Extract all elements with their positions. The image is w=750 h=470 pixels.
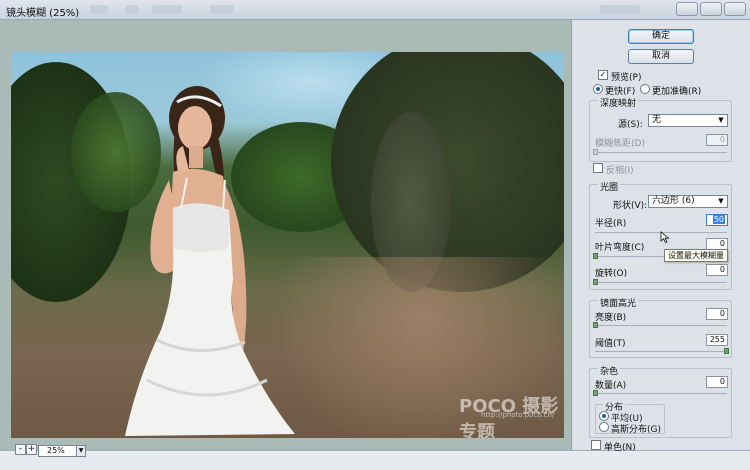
watermark-url: http://photo.poco.cn/: [481, 411, 555, 419]
noise-title: 杂色: [598, 364, 621, 377]
status-bar: [0, 450, 750, 470]
blur-focal-input[interactable]: 0: [706, 134, 728, 146]
zoom-dropdown-arrow[interactable]: ▼: [76, 445, 86, 457]
invert-checkbox[interactable]: [593, 163, 603, 173]
background-toolbar-ghost: [210, 5, 234, 14]
close-button[interactable]: [724, 2, 746, 16]
preview-image[interactable]: POCO 摄影专题 http://photo.poco.cn/: [11, 52, 564, 438]
brightness-slider-track[interactable]: [595, 325, 727, 326]
monochromatic-checkbox[interactable]: [591, 440, 601, 450]
rotation-input[interactable]: 0: [706, 264, 728, 276]
rotation-label: 旋转(O): [595, 269, 628, 279]
radius-tooltip: 设置最大模糊量: [664, 249, 728, 262]
source-select[interactable]: 无 ▼: [648, 114, 728, 127]
chevron-down-icon: ▼: [718, 116, 724, 124]
blade-curvature-slider-thumb[interactable]: [593, 253, 598, 259]
shape-select[interactable]: 六边形 (6) ▼: [648, 195, 728, 208]
title-bar: 镜头模糊 (25%): [0, 0, 750, 20]
ok-button[interactable]: 确定: [628, 29, 694, 44]
brightness-input[interactable]: 0: [706, 308, 728, 320]
rotation-slider-track[interactable]: [595, 282, 727, 283]
maximize-button[interactable]: [700, 2, 722, 16]
blur-focal-slider-thumb[interactable]: [593, 149, 598, 155]
uniform-radio[interactable]: [599, 411, 609, 421]
shape-value: 六边形 (6): [652, 196, 695, 206]
blur-focal-slider-track[interactable]: [595, 152, 727, 153]
gaussian-radio[interactable]: [599, 422, 609, 432]
threshold-slider-track[interactable]: [595, 351, 727, 352]
amount-slider-track[interactable]: [595, 393, 727, 394]
threshold-label: 阈值(T): [595, 339, 626, 349]
chevron-down-icon: ▼: [718, 197, 724, 205]
blade-curvature-label: 叶片弯度(C): [595, 243, 645, 253]
more-accurate-label: 更加准确(R): [652, 87, 702, 97]
window-title: 镜头模糊 (25%): [6, 8, 80, 19]
gaussian-label: 高斯分布(G): [611, 425, 661, 435]
preview-checkbox[interactable]: ✓: [598, 70, 608, 80]
shape-label: 形状(V):: [613, 201, 648, 211]
source-value: 无: [652, 115, 662, 125]
rotation-slider-thumb[interactable]: [593, 279, 598, 285]
iris-title: 光圈: [598, 180, 621, 193]
background-toolbar-ghost: [125, 5, 139, 14]
subject-figure: [125, 86, 295, 436]
threshold-slider-thumb[interactable]: [724, 348, 729, 354]
radius-label: 半径(R): [595, 219, 627, 229]
radius-value: 50: [712, 215, 725, 224]
depth-map-title: 深度映射: [598, 96, 639, 109]
threshold-input[interactable]: 255: [706, 334, 728, 346]
amount-label: 数量(A): [595, 381, 627, 391]
amount-slider-thumb[interactable]: [593, 390, 598, 396]
background-toolbar-ghost: [152, 5, 182, 14]
background-toolbar-ghost: [600, 5, 640, 14]
monochromatic-label: 单色(N): [604, 443, 636, 453]
background-toolbar-ghost: [90, 5, 108, 14]
brightness-slider-thumb[interactable]: [593, 322, 598, 328]
radius-input[interactable]: 50: [706, 214, 728, 226]
preview-stage[interactable]: POCO 摄影专题 http://photo.poco.cn/: [0, 20, 572, 450]
source-label: 源(S):: [618, 120, 643, 130]
preview-label: 预览(P): [611, 73, 642, 83]
brightness-label: 亮度(B): [595, 313, 627, 323]
faster-radio[interactable]: [593, 84, 603, 94]
window-controls: [676, 2, 746, 16]
blur-focal-label: 模糊焦距(D): [595, 139, 645, 149]
invert-label: 反相(I): [606, 166, 634, 176]
cancel-button[interactable]: 取消: [628, 49, 694, 64]
mouse-cursor-icon: [660, 231, 670, 243]
minimize-button[interactable]: [676, 2, 698, 16]
zoom-level-field[interactable]: 25%: [38, 445, 78, 457]
more-accurate-radio[interactable]: [640, 84, 650, 94]
zoom-in-button[interactable]: +: [26, 444, 37, 455]
amount-input[interactable]: 0: [706, 376, 728, 388]
specular-title: 镜面高光: [598, 296, 639, 309]
zoom-out-button[interactable]: -: [15, 444, 26, 455]
